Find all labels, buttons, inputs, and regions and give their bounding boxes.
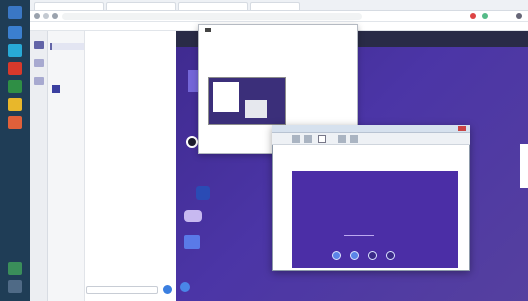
- dialog-title: [278, 126, 358, 131]
- slide-icon: [196, 186, 210, 200]
- chat-message: [89, 49, 169, 54]
- chat-message: [89, 57, 169, 62]
- chat-pane: [84, 31, 176, 301]
- url-input[interactable]: [62, 13, 362, 20]
- toolbar-icon[interactable]: [318, 135, 326, 143]
- toolbar-icon[interactable]: [338, 135, 346, 143]
- forward-icon[interactable]: [43, 13, 49, 19]
- app-rail: [30, 31, 48, 301]
- back-icon[interactable]: [34, 13, 40, 19]
- calendar-icon[interactable]: [34, 77, 44, 85]
- sidebar-item-active[interactable]: [50, 43, 84, 50]
- popup-icon: [205, 28, 211, 32]
- windows-taskbar: [0, 0, 30, 301]
- extension-icon[interactable]: [482, 13, 488, 19]
- meeting-control-icon[interactable]: [180, 282, 190, 292]
- menu-icon[interactable]: [516, 13, 522, 19]
- slide-icon: [184, 210, 202, 222]
- popup-text: [209, 35, 349, 40]
- address-bar: [30, 11, 528, 22]
- dialog-content: [292, 171, 458, 268]
- thumbnail-content: [245, 100, 267, 118]
- extension-icon[interactable]: [470, 13, 476, 19]
- dialog-control-icon[interactable]: [332, 251, 341, 260]
- slide-icon: [184, 235, 200, 249]
- sidebar-item-label: [56, 44, 84, 49]
- chat-message: [89, 73, 169, 78]
- start-icon[interactable]: [8, 6, 22, 19]
- toolbar-icon[interactable]: [304, 135, 312, 143]
- browser-tab[interactable]: [34, 2, 104, 10]
- chat-message: [89, 85, 169, 90]
- popup-link[interactable]: [209, 55, 309, 60]
- app-icon[interactable]: [8, 62, 22, 75]
- app-icon[interactable]: [8, 80, 22, 93]
- reload-icon[interactable]: [52, 13, 58, 19]
- slide-icon: [186, 136, 198, 148]
- sidebar-item-label[interactable]: [62, 87, 82, 92]
- app-icon[interactable]: [8, 26, 22, 39]
- divider: [344, 235, 374, 236]
- slide-side-panel: [520, 144, 528, 188]
- teams-icon[interactable]: [34, 41, 44, 49]
- browser-tab[interactable]: [250, 2, 300, 10]
- channel-avatar: [52, 85, 60, 93]
- chat-icon[interactable]: [34, 59, 44, 67]
- dialog-control-icon[interactable]: [386, 251, 395, 260]
- browser-tab[interactable]: [178, 2, 248, 10]
- dialog-control-icon[interactable]: [350, 251, 359, 260]
- sidebar-item-label[interactable]: [52, 76, 82, 81]
- toolbar-icon[interactable]: [350, 135, 358, 143]
- clock-icon: [8, 280, 22, 293]
- send-icon[interactable]: [163, 285, 172, 294]
- sidebar-item-label[interactable]: [52, 66, 82, 71]
- browser-tab[interactable]: [106, 2, 176, 10]
- chat-compose-input[interactable]: [86, 286, 158, 294]
- toolbar-icon[interactable]: [292, 135, 300, 143]
- thumbnail-content: [213, 82, 239, 112]
- app-icon[interactable]: [8, 98, 22, 111]
- tab-bar: [30, 0, 528, 11]
- tray-icon[interactable]: [8, 262, 22, 275]
- close-icon[interactable]: [458, 126, 466, 131]
- dialog-titlebar: [272, 125, 470, 133]
- dialog-control-icon[interactable]: [368, 251, 377, 260]
- sidebar-item-label[interactable]: [52, 56, 82, 61]
- app-icon[interactable]: [8, 116, 22, 129]
- dialog-toolbar: [272, 133, 470, 145]
- app-icon[interactable]: [8, 44, 22, 57]
- window-thumbnail[interactable]: [208, 77, 286, 125]
